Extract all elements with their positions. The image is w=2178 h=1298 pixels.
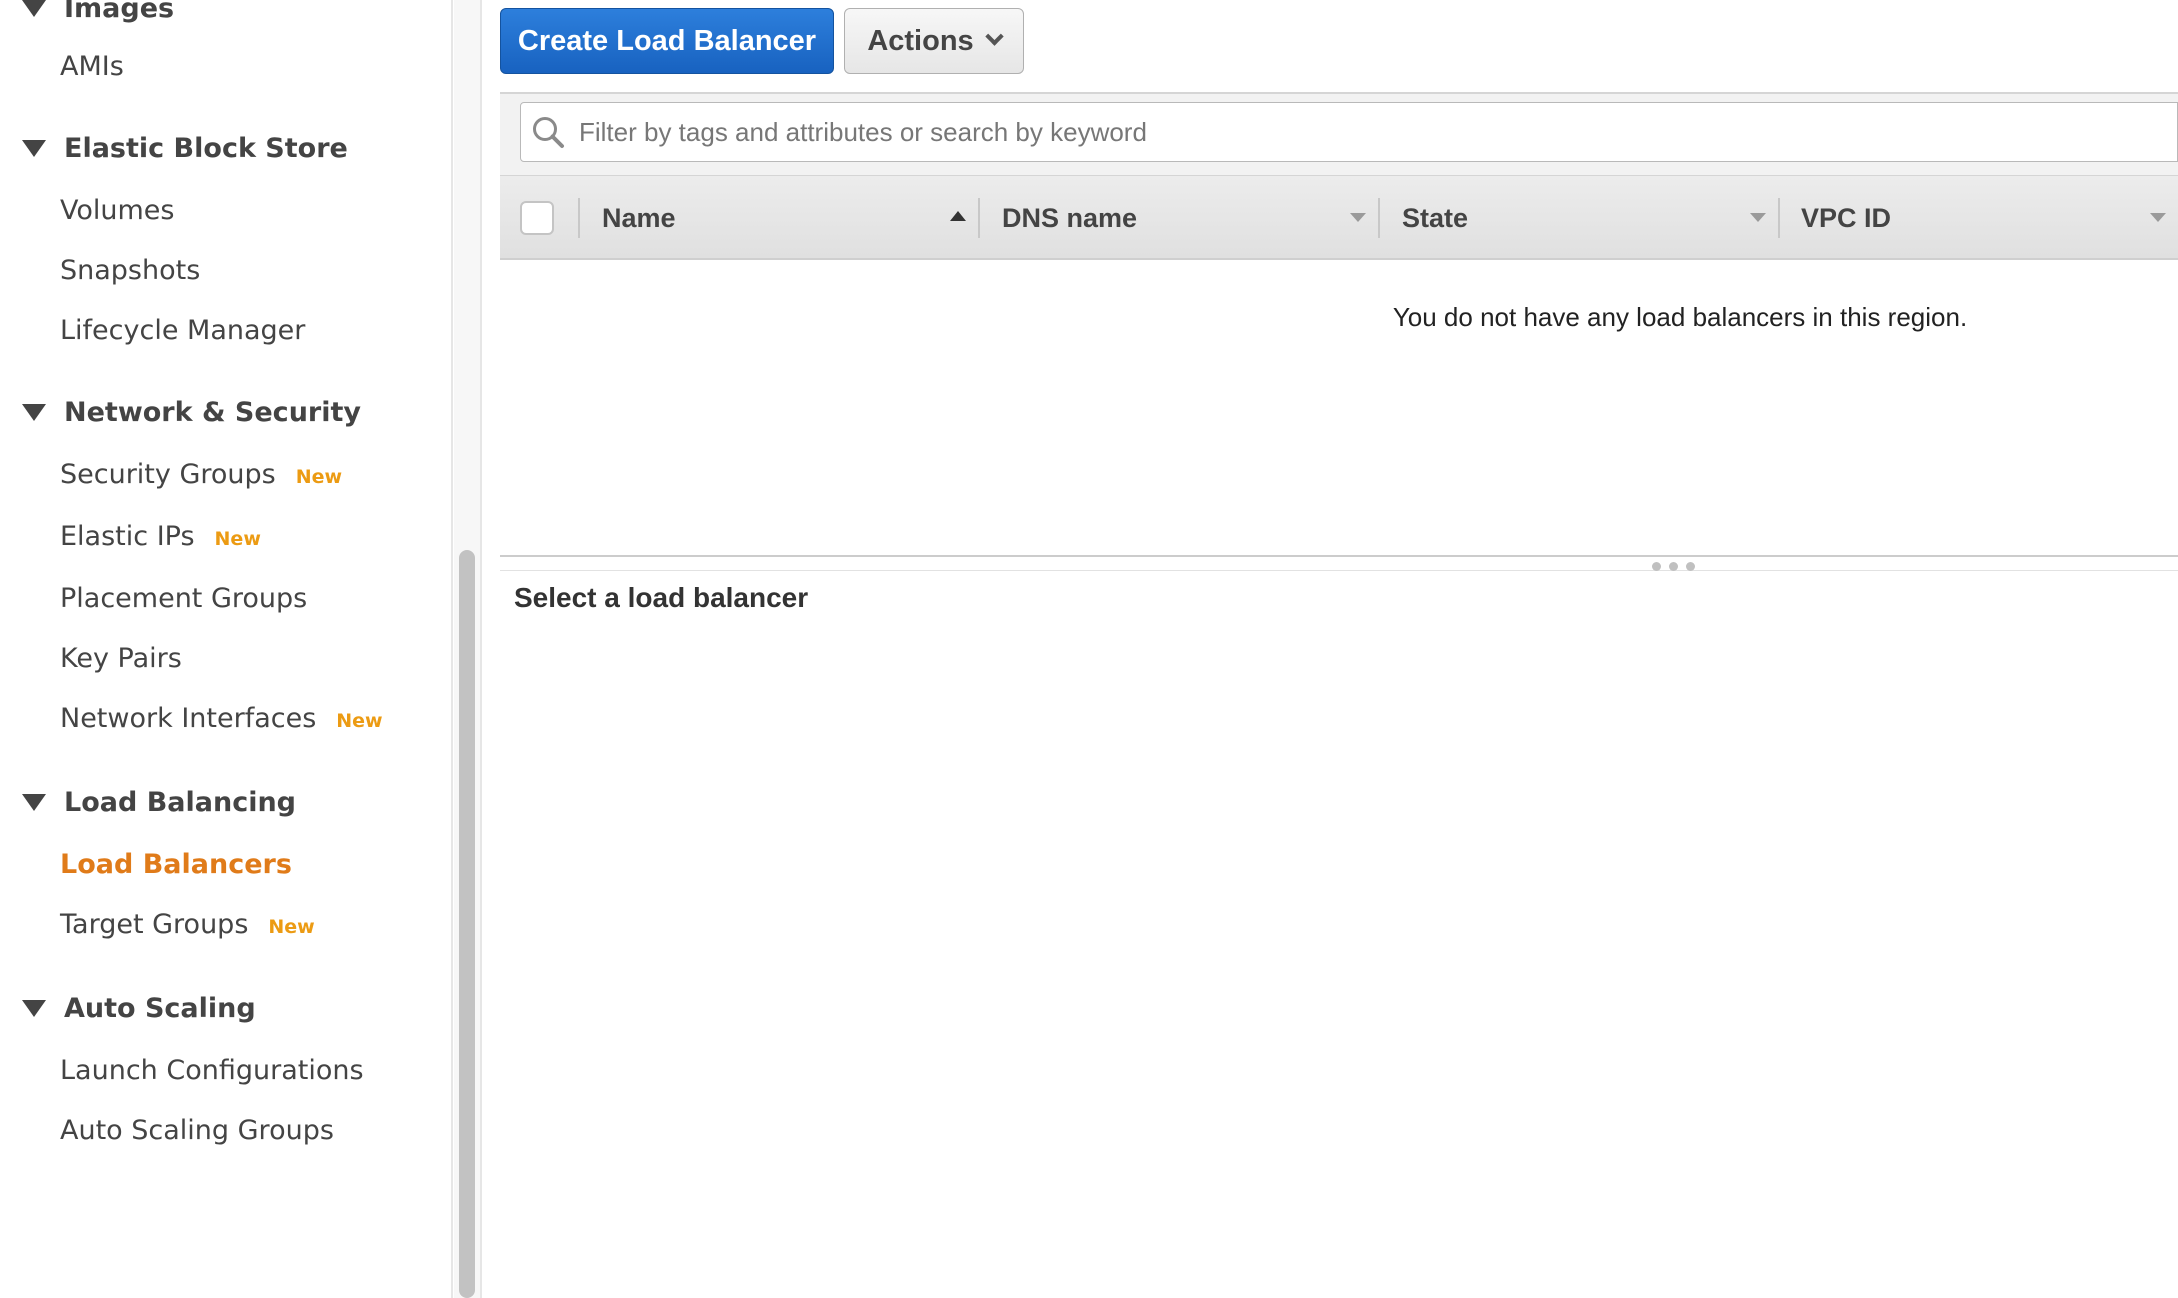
sidebar-item-network-interfaces[interactable]: Network Interfaces New <box>60 696 383 740</box>
sidebar-section-auto-scaling[interactable]: Auto Scaling <box>22 986 256 1030</box>
sidebar-item-label: Security Groups <box>60 458 276 490</box>
sidebar-item-label: Key Pairs <box>60 642 182 674</box>
sort-menu-icon[interactable] <box>1350 213 1366 222</box>
column-header-label: VPC ID <box>1801 202 1892 233</box>
actions-label: Actions <box>867 24 974 57</box>
sidebar-item-label: Auto Scaling Groups <box>60 1114 334 1146</box>
main-divider <box>480 0 482 1298</box>
sidebar-item-label: Launch Configurations <box>60 1054 364 1086</box>
column-separator[interactable] <box>1378 198 1380 238</box>
sidebar-section-network-security[interactable]: Network & Security <box>22 390 361 434</box>
sidebar-item-snapshots[interactable]: Snapshots <box>60 248 200 292</box>
sidebar-section-title: Auto Scaling <box>64 992 256 1024</box>
new-badge: New <box>268 916 315 938</box>
new-badge: New <box>336 710 383 732</box>
sidebar-item-launch-configurations[interactable]: Launch Configurations <box>60 1048 364 1092</box>
sidebar-item-label: Snapshots <box>60 254 201 286</box>
table-header <box>500 176 2178 260</box>
sidebar-item-elastic-ips[interactable]: Elastic IPs New <box>60 514 261 558</box>
column-header-vpc-id[interactable]: VPC ID <box>1801 196 1891 240</box>
sidebar-item-key-pairs[interactable]: Key Pairs <box>60 636 182 680</box>
sidebar-scrollbar-thumb[interactable] <box>459 550 475 1298</box>
empty-table-message: You do not have any load balancers in th… <box>1392 302 1968 332</box>
sidebar-item-label: Network Interfaces <box>60 702 317 734</box>
sidebar-section-title: Load Balancing <box>64 786 297 818</box>
sidebar-item-label: Volumes <box>60 194 175 226</box>
sort-menu-icon[interactable] <box>2150 213 2166 222</box>
collapse-triangle-icon <box>22 403 46 421</box>
pane-splitter[interactable] <box>500 555 2178 571</box>
ec2-console: Images AMIs Elastic Block Store Volumes … <box>0 0 2178 1298</box>
column-separator[interactable] <box>1778 198 1780 238</box>
search-icon <box>533 117 564 148</box>
column-separator[interactable] <box>978 198 980 238</box>
sidebar-section-images[interactable]: Images <box>22 0 174 30</box>
drag-handle-icon[interactable] <box>1652 562 1695 572</box>
sidebar-section-title: Images <box>64 0 175 24</box>
sidebar-item-label: Load Balancers <box>60 848 292 880</box>
column-header-dns-name[interactable]: DNS name <box>1002 196 1137 240</box>
column-separator <box>578 198 580 238</box>
sidebar-nav: Images AMIs Elastic Block Store Volumes … <box>0 0 452 1298</box>
column-header-label: State <box>1402 202 1469 233</box>
sidebar-item-lifecycle-manager[interactable]: Lifecycle Manager <box>60 308 305 352</box>
sidebar-item-label: AMIs <box>60 50 124 82</box>
sidebar-item-label: Elastic IPs <box>60 520 195 552</box>
collapse-triangle-icon <box>22 139 46 157</box>
sidebar-item-security-groups[interactable]: Security Groups New <box>60 452 342 496</box>
sidebar-section-elastic-block-store[interactable]: Elastic Block Store <box>22 126 348 170</box>
sidebar-section-load-balancing[interactable]: Load Balancing <box>22 780 296 824</box>
sidebar-item-target-groups[interactable]: Target Groups New <box>60 902 315 946</box>
sidebar-item-amis[interactable]: AMIs <box>60 44 124 88</box>
sidebar-item-volumes[interactable]: Volumes <box>60 188 175 232</box>
new-badge: New <box>295 466 343 488</box>
detail-pane-title: Select a load balancer <box>514 582 809 613</box>
sidebar-section-title: Elastic Block Store <box>64 132 348 164</box>
collapse-triangle-icon <box>22 793 46 811</box>
sidebar-divider <box>451 0 453 1298</box>
sidebar-item-load-balancers[interactable]: Load Balancers <box>60 842 292 886</box>
sidebar-item-placement-groups[interactable]: Placement Groups <box>60 576 307 620</box>
column-header-state[interactable]: State <box>1402 196 1468 240</box>
column-header-name[interactable]: Name <box>602 196 676 240</box>
chevron-down-icon <box>984 26 1004 46</box>
actions-dropdown-button[interactable]: Actions <box>844 8 1024 74</box>
column-header-label: Name <box>602 202 676 233</box>
sidebar-item-label: Placement Groups <box>60 582 308 614</box>
select-all-checkbox[interactable] <box>520 201 554 235</box>
search-box[interactable] <box>520 102 2178 162</box>
collapse-triangle-icon <box>22 0 46 17</box>
sidebar-item-label: Lifecycle Manager <box>60 314 306 346</box>
search-input[interactable] <box>579 103 2169 161</box>
create-load-balancer-button[interactable]: Create Load Balancer <box>500 8 834 74</box>
sidebar-item-label: Target Groups <box>60 908 249 940</box>
sidebar-item-auto-scaling-groups[interactable]: Auto Scaling Groups <box>60 1108 334 1152</box>
sidebar-section-title: Network & Security <box>64 396 361 428</box>
new-badge: New <box>214 528 261 550</box>
collapse-triangle-icon <box>22 999 46 1017</box>
sort-menu-icon[interactable] <box>1750 213 1766 222</box>
column-header-label: DNS name <box>1002 202 1138 233</box>
sort-ascending-icon[interactable] <box>950 211 966 221</box>
